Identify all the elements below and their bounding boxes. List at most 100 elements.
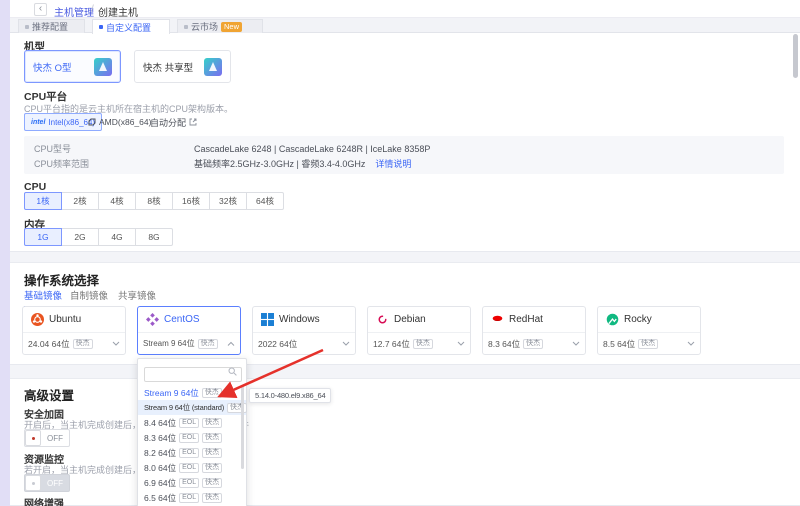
fast-tag: 快杰 xyxy=(202,448,222,458)
fast-tag: 快杰 xyxy=(227,403,247,413)
os-card-debian[interactable]: Debian 12.7 64位 快杰 xyxy=(367,306,471,355)
config-tabbar: 推荐配置 自定义配置 云市场 New xyxy=(10,18,800,33)
toggle-knob xyxy=(25,430,41,446)
dropdown-item-8-0[interactable]: 8.0 64位 EOL 快杰 xyxy=(138,460,246,475)
centos-version-dropdown: Stream 9 64位 快杰 Stream 9 64位 (standard) … xyxy=(137,358,247,506)
breadcrumb-current: 创建主机 xyxy=(98,4,138,19)
resource-monitor-toggle[interactable]: OFF xyxy=(24,474,70,492)
fast-tag: 快杰 xyxy=(202,493,222,503)
fast-tag: 快杰 xyxy=(202,418,222,428)
page-scrollbar[interactable] xyxy=(793,34,798,78)
cpu-core-options: 1核 2核 4核 8核 16核 32核 64核 xyxy=(24,192,284,210)
new-badge: New xyxy=(221,22,242,32)
cpu-freq-value: 基础频率2.5GHz-3.0GHz | 睿频3.4-4.0GHz xyxy=(194,157,365,170)
os-tab-shared-image[interactable]: 共享镜像 xyxy=(118,288,156,306)
advanced-panel: 高级设置 安全加固 开启后，当主机完成创建后，自动免费安装安全加固组件 OFF … xyxy=(10,378,800,506)
dropdown-item-8-2[interactable]: 8.2 64位 EOL 快杰 xyxy=(138,445,246,460)
fast-tag: 快杰 xyxy=(73,339,93,349)
redhat-icon xyxy=(491,313,504,326)
os-card-ubuntu[interactable]: Ubuntu 24.04 64位 快杰 xyxy=(22,306,126,355)
cpu-core-option[interactable]: 2核 xyxy=(61,192,99,210)
os-card-centos[interactable]: CentOS Stream 9 64位 快杰 xyxy=(137,306,241,355)
cpu-model-value: CascadeLake 6248 | CascadeLake 6248R | I… xyxy=(194,144,430,154)
topbar: ‹ 主机管理 / 创建主机 xyxy=(10,0,800,18)
os-card-redhat[interactable]: RedHat 8.3 64位 快杰 xyxy=(482,306,586,355)
tab-recommended-config[interactable]: 推荐配置 xyxy=(18,19,85,33)
cpu-platform-auto[interactable]: 自动分配 xyxy=(150,113,197,131)
cpu-core-option[interactable]: 4核 xyxy=(98,192,136,210)
cpu-model-label: CPU型号 xyxy=(34,142,194,155)
security-hardening-toggle[interactable]: OFF xyxy=(24,429,70,447)
chevron-down-icon xyxy=(342,341,350,347)
fast-tag: 快杰 xyxy=(202,433,222,443)
cpu-core-option[interactable]: 32核 xyxy=(209,192,247,210)
chevron-down-icon xyxy=(687,341,695,347)
cpu-info-box: CPU型号 CascadeLake 6248 | CascadeLake 624… xyxy=(24,136,784,174)
eol-tag: EOL xyxy=(179,493,199,503)
tab-custom-config[interactable]: 自定义配置 xyxy=(92,19,170,34)
fast-tag: 快杰 xyxy=(202,388,222,398)
config-panel: 机型 快杰 O型 快杰 共享型 CPU平台 CPU平台指的是云主机所在宿主机的C… xyxy=(10,33,800,252)
debian-version-select[interactable]: 12.7 64位 快杰 xyxy=(368,333,470,354)
fast-tag: 快杰 xyxy=(413,339,433,349)
rocky-version-select[interactable]: 8.5 64位 快杰 xyxy=(598,333,700,354)
memory-option[interactable]: 4G xyxy=(98,228,136,246)
create-host-page: ‹ 主机管理 / 创建主机 推荐配置 自定义配置 云市场 New 机型 快杰 O… xyxy=(0,0,800,506)
fast-tag: 快杰 xyxy=(202,463,222,473)
dropdown-scrollbar[interactable] xyxy=(241,385,244,469)
dropdown-item-8-3[interactable]: 8.3 64位 EOL 快杰 xyxy=(138,430,246,445)
uhost-type-icon xyxy=(94,58,112,76)
memory-option[interactable]: 8G xyxy=(135,228,173,246)
eol-tag: EOL xyxy=(179,433,199,443)
fast-tag: 快杰 xyxy=(198,339,218,349)
centos-version-select[interactable]: Stream 9 64位 快杰 xyxy=(138,333,240,354)
dropdown-item-stream9[interactable]: Stream 9 64位 快杰 xyxy=(138,385,246,400)
chevron-up-icon xyxy=(227,341,235,347)
os-title: 操作系统选择 xyxy=(24,270,99,289)
cpu-platform-amd[interactable]: AMD(x86_64) xyxy=(88,113,151,131)
redhat-version-select[interactable]: 8.3 64位 快杰 xyxy=(483,333,585,354)
dropdown-item-stream9-standard[interactable]: Stream 9 64位 (standard) 快杰 xyxy=(138,400,246,415)
tab-dot-icon xyxy=(99,25,103,29)
memory-option[interactable]: 2G xyxy=(61,228,99,246)
chevron-down-icon xyxy=(457,341,465,347)
fast-tag: 快杰 xyxy=(202,478,222,488)
chevron-down-icon xyxy=(112,341,120,347)
machine-type-o[interactable]: 快杰 O型 xyxy=(24,50,121,83)
dropdown-item-6-9[interactable]: 6.9 64位 EOL 快杰 xyxy=(138,475,246,490)
toggle-knob xyxy=(25,475,41,491)
windows-icon xyxy=(261,313,274,326)
uhost-type-icon xyxy=(204,58,222,76)
cpu-detail-link[interactable]: 详情说明 xyxy=(375,157,411,170)
os-tab-base-image[interactable]: 基础镜像 xyxy=(24,288,62,308)
cpu-core-option[interactable]: 1核 xyxy=(24,192,62,210)
os-card-windows[interactable]: Windows 2022 64位 xyxy=(252,306,356,355)
ubuntu-icon xyxy=(31,313,44,326)
external-link-icon xyxy=(189,118,197,126)
breadcrumb-separator: / xyxy=(91,4,94,15)
fast-tag: 快杰 xyxy=(523,339,543,349)
network-enhance-label: 网络增强 xyxy=(24,495,64,506)
cpu-core-option[interactable]: 64核 xyxy=(246,192,284,210)
ubuntu-version-select[interactable]: 24.04 64位 快杰 xyxy=(23,333,125,354)
windows-version-select[interactable]: 2022 64位 xyxy=(253,333,355,354)
dropdown-item-6-5[interactable]: 6.5 64位 EOL 快杰 xyxy=(138,490,246,505)
cpu-core-option[interactable]: 8核 xyxy=(135,192,173,210)
tab-dot-icon xyxy=(184,25,188,29)
tab-cloud-market[interactable]: 云市场 New xyxy=(177,19,263,33)
eol-tag: EOL xyxy=(179,418,199,428)
breadcrumb-section[interactable]: 主机管理 xyxy=(54,4,94,19)
eol-tag: EOL xyxy=(179,478,199,488)
dropdown-item-8-4[interactable]: 8.4 64位 EOL 快杰 xyxy=(138,415,246,430)
memory-option[interactable]: 1G xyxy=(24,228,62,246)
machine-type-shared[interactable]: 快杰 共享型 xyxy=(134,50,231,83)
kernel-version-tooltip: 5.14.0-480.el9.x86_64 xyxy=(249,388,331,403)
fast-tag: 快杰 xyxy=(638,339,658,349)
back-button[interactable]: ‹ xyxy=(34,3,47,16)
os-card-rocky[interactable]: Rocky 8.5 64位 快杰 xyxy=(597,306,701,355)
amd-icon xyxy=(88,118,96,126)
cpu-core-option[interactable]: 16核 xyxy=(172,192,210,210)
os-tab-custom-image[interactable]: 自制镜像 xyxy=(70,288,108,306)
chevron-down-icon xyxy=(572,341,580,347)
cpu-freq-label: CPU频率范围 xyxy=(34,157,194,170)
